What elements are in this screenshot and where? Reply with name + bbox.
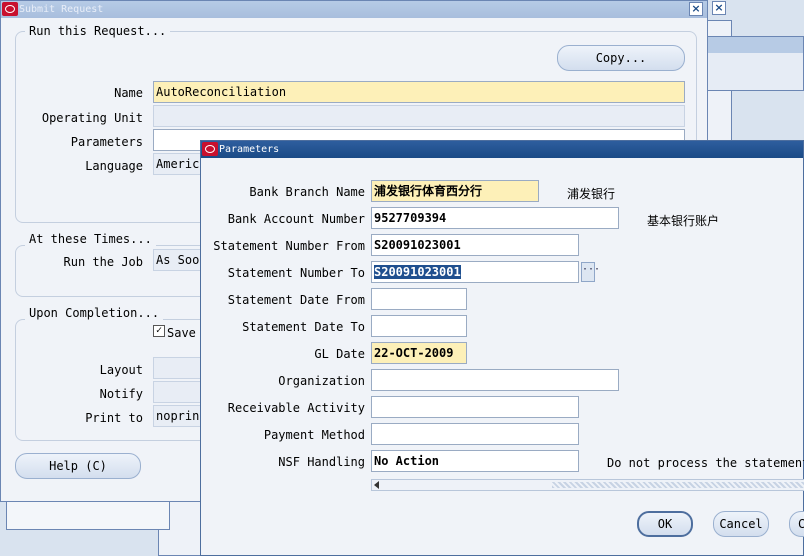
statement-number-from-field[interactable]: S20091023001 [371,234,579,256]
oracle-logo-icon [2,2,18,16]
payment-method-label: Payment Method [263,428,365,442]
ellipsis-icon[interactable]: ··· [581,262,600,282]
name-label: Name [114,86,143,100]
statement-number-to-value: S20091023001 [374,265,461,279]
operating-unit-label: Operating Unit [41,111,143,125]
parameters-titlebar: Parameters [201,141,803,158]
statement-date-from-label: Statement Date From [227,293,365,307]
parameters-dialog: Parameters Bank Branch Name 浦发银行体育西分行 浦发… [200,140,804,556]
bank-account-number-label: Bank Account Number [227,212,365,226]
run-request-title: Run this Request... [25,24,171,38]
submit-request-titlebar: Submit Request [1,1,707,18]
layout-label: Layout [99,363,143,377]
dialog-title: Parameters [219,144,280,155]
copy-button[interactable]: Copy... [557,45,685,71]
clear-button[interactable]: C [789,511,804,537]
organization-field[interactable] [371,369,619,391]
left-arrow-icon[interactable] [374,481,379,489]
gl-date-field[interactable]: 22-OCT-2009 [371,342,467,364]
scrollbar-thumb[interactable] [552,482,804,488]
language-label: Language [85,159,143,173]
nsf-handling-field[interactable]: No Action [371,450,579,472]
save-checkbox[interactable]: ✓ [153,325,165,337]
completion-title: Upon Completion... [25,306,164,320]
notify-label: Notify [99,387,143,401]
organization-label: Organization [278,374,365,388]
statement-date-to-field[interactable] [371,315,467,337]
operating-unit-field[interactable] [153,105,685,127]
nsf-handling-desc: Do not process the statement [607,456,804,470]
ok-button[interactable]: OK [637,511,693,537]
bank-branch-name-label: Bank Branch Name [249,185,365,199]
gl-date-label: GL Date [314,347,365,361]
oracle-logo-icon [202,142,218,156]
statement-number-from-label: Statement Number From [213,239,365,253]
background-close-icon[interactable]: × [712,1,726,15]
payment-method-field[interactable] [371,423,579,445]
bank-account-desc: 基本银行账户 [647,214,720,228]
parameters-label: Parameters [70,135,143,149]
nsf-handling-label: NSF Handling [278,455,365,469]
bank-account-number-field[interactable]: 9527709394 [371,207,619,229]
receivable-activity-label: Receivable Activity [227,401,365,415]
horizontal-scrollbar[interactable] [371,479,804,491]
close-icon[interactable]: × [689,2,703,16]
print-to-label: Print to [85,411,143,425]
bank-branch-name-field[interactable]: 浦发银行体育西分行 [371,180,539,202]
statement-number-to-field[interactable]: S20091023001 [371,261,579,283]
save-label: Save [167,326,196,340]
receivable-activity-field[interactable] [371,396,579,418]
run-job-label: Run the Job [63,255,143,269]
statement-date-to-label: Statement Date To [242,320,365,334]
statement-date-from-field[interactable] [371,288,467,310]
background-window-2 [705,36,804,91]
statement-number-to-label: Statement Number To [227,266,365,280]
name-field[interactable]: AutoReconciliation [153,81,685,103]
bank-branch-desc: 浦发银行 [567,187,616,201]
window-title: Submit Request [19,4,104,15]
cancel-button[interactable]: Cancel [713,511,769,537]
help-button[interactable]: Help (C) [15,453,141,479]
times-title: At these Times... [25,232,156,246]
